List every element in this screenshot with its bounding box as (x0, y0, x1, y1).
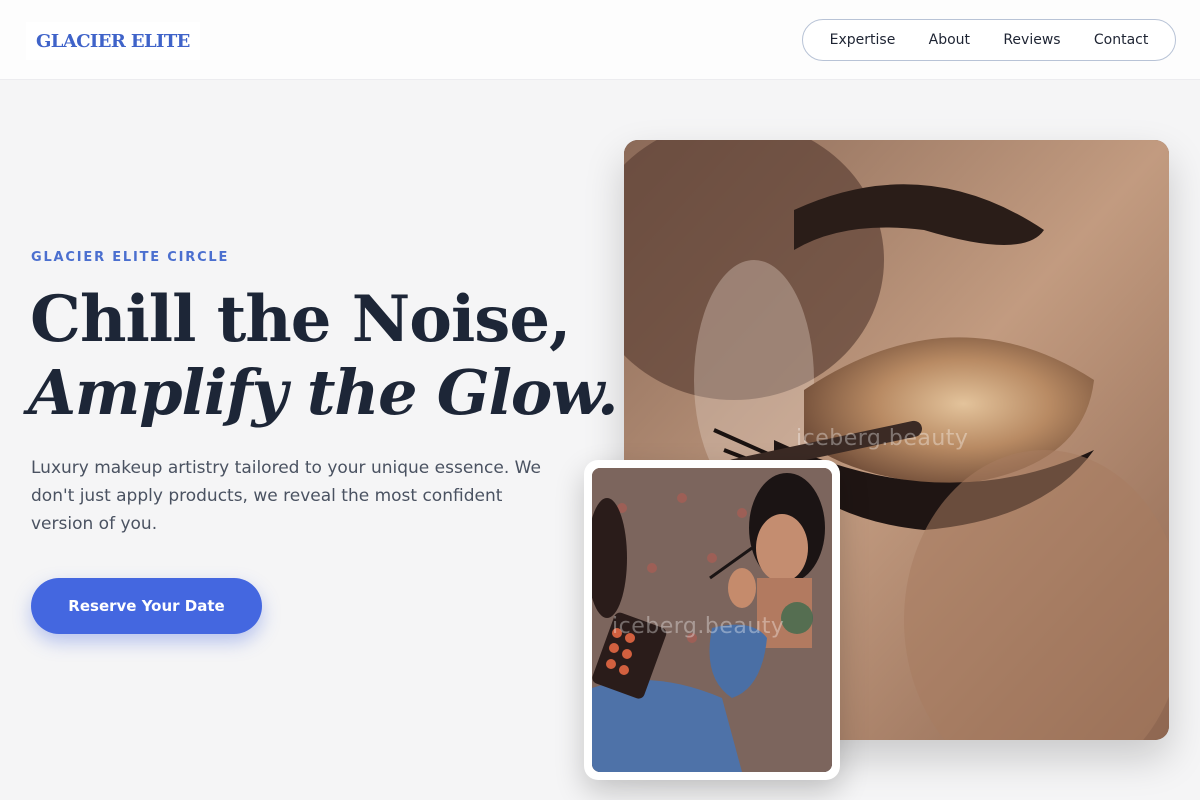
nav-link-expertise[interactable]: Expertise (830, 32, 896, 48)
hero-headline-line1: Chill the Noise, (30, 282, 571, 357)
nav-link-about[interactable]: About (929, 32, 970, 48)
brand-logo[interactable]: GLACIER ELITE (26, 22, 200, 60)
main-nav: Expertise About Reviews Contact (802, 19, 1176, 61)
hero-eyebrow: GLACIER ELITE CIRCLE (31, 250, 230, 265)
inset-photo-frame: iceberg.beauty (584, 460, 840, 780)
main-watermark: iceberg.beauty (796, 426, 969, 451)
artist-applying-makeup-photo: iceberg.beauty (592, 468, 832, 772)
inset-watermark: iceberg.beauty (612, 614, 785, 639)
nav-link-reviews[interactable]: Reviews (1003, 32, 1060, 48)
nav-link-contact[interactable]: Contact (1094, 32, 1148, 48)
hero-description: Luxury makeup artistry tailored to your … (31, 458, 541, 534)
reserve-date-button[interactable]: Reserve Your Date (31, 578, 262, 634)
site-header: GLACIER ELITE Expertise About Reviews Co… (0, 0, 1200, 80)
hero-headline-line2: Amplify the Glow. (28, 356, 619, 429)
